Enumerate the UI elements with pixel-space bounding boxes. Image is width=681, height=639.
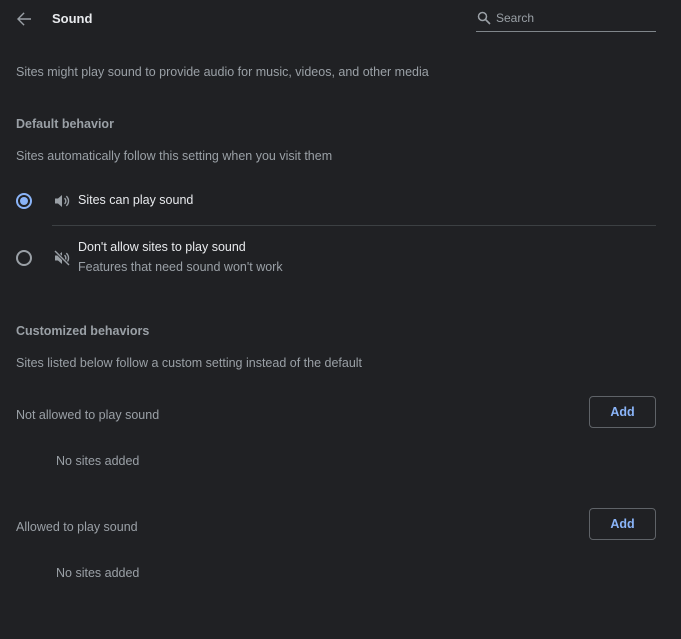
option-label: Sites can play sound bbox=[78, 193, 194, 207]
not-allowed-list-title: Not allowed to play sound bbox=[16, 408, 160, 422]
search-icon bbox=[477, 11, 491, 25]
search-input[interactable] bbox=[496, 9, 652, 27]
radio-button-allow-sound[interactable] bbox=[16, 193, 32, 209]
radio-button-block-sound[interactable] bbox=[16, 250, 32, 266]
search-box[interactable] bbox=[476, 8, 656, 32]
option-sublabel: Features that need sound won't work bbox=[78, 260, 283, 274]
customized-behaviors-heading: Customized behaviors bbox=[16, 324, 150, 338]
radio-option-block-sound[interactable]: Don't allow sites to play sound Features… bbox=[0, 232, 681, 282]
intro-description: Sites might play sound to provide audio … bbox=[16, 65, 429, 79]
back-button[interactable] bbox=[13, 8, 35, 30]
arrow-back-icon bbox=[17, 12, 31, 26]
not-allowed-empty-text: No sites added bbox=[56, 454, 140, 468]
add-not-allowed-site-button[interactable]: Add bbox=[589, 396, 656, 428]
page-title: Sound bbox=[52, 11, 93, 26]
speaker-icon bbox=[55, 195, 70, 207]
default-behavior-description: Sites automatically follow this setting … bbox=[16, 149, 333, 163]
add-allowed-site-button[interactable]: Add bbox=[589, 508, 656, 540]
allowed-empty-text: No sites added bbox=[56, 566, 140, 580]
speaker-muted-icon bbox=[53, 249, 71, 267]
default-behavior-heading: Default behavior bbox=[16, 117, 114, 131]
customized-behaviors-description: Sites listed below follow a custom setti… bbox=[16, 356, 363, 370]
radio-option-allow-sound[interactable]: Sites can play sound bbox=[0, 180, 681, 224]
header: Sound bbox=[0, 0, 681, 40]
option-label: Don't allow sites to play sound bbox=[78, 240, 246, 254]
allowed-list-title: Allowed to play sound bbox=[16, 520, 138, 534]
divider bbox=[52, 225, 656, 226]
